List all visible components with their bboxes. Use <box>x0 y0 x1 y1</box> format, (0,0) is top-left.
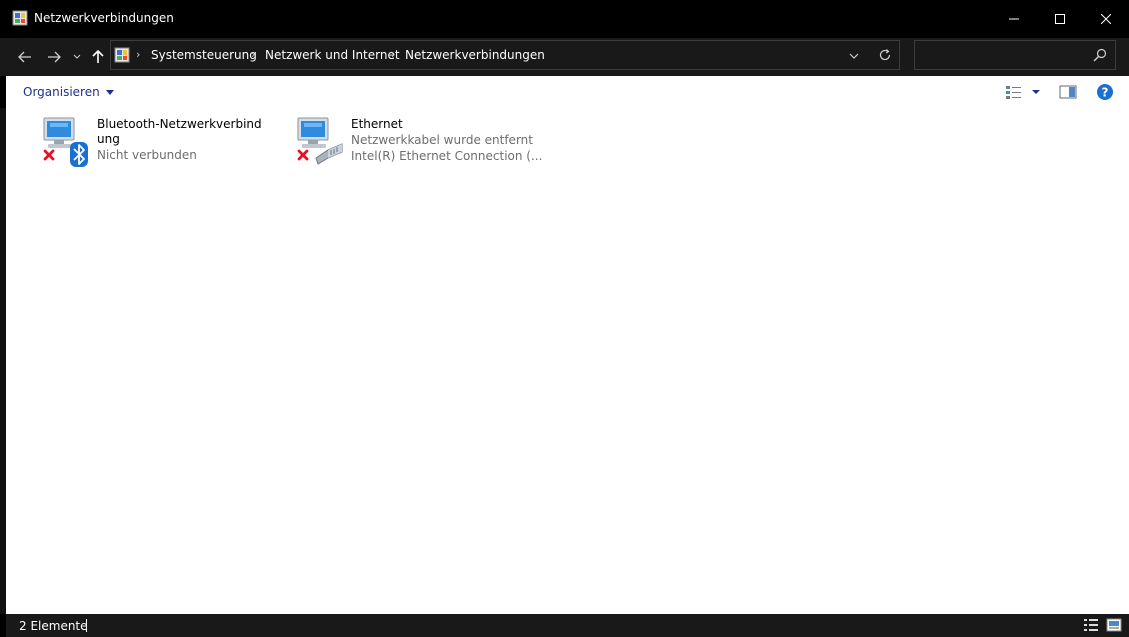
connection-status: Nicht verbunden <box>97 148 197 162</box>
navigation-bar: › Systemsteuerung › Netzwerk und Interne… <box>0 38 1129 76</box>
close-button[interactable] <box>1083 0 1129 38</box>
breadcrumb-separator-icon[interactable]: › <box>251 48 255 61</box>
connection-name: Ethernet <box>351 117 403 131</box>
recent-locations-button[interactable] <box>70 46 84 68</box>
connection-adapter: Intel(R) Ethernet Connection (... <box>351 149 543 163</box>
connection-item-bluetooth[interactable]: Bluetooth-Netzwerkverbindung Nicht verbu… <box>40 114 280 174</box>
status-divider <box>86 619 87 632</box>
title-bar[interactable]: Netzwerkverbindungen <box>0 0 1129 38</box>
breadcrumb-separator-icon[interactable]: › <box>391 48 395 61</box>
organize-label: Organisieren <box>23 85 100 99</box>
control-panel-icon <box>114 47 130 63</box>
up-button[interactable] <box>88 46 108 68</box>
search-input[interactable] <box>914 40 1116 70</box>
control-panel-icon <box>12 10 28 26</box>
connections-list[interactable]: Bluetooth-Netzwerkverbindung Nicht verbu… <box>6 108 1129 614</box>
disconnected-x-icon <box>43 149 55 161</box>
large-icons-view-icon[interactable] <box>1106 618 1122 632</box>
chevron-down-icon[interactable] <box>847 49 861 63</box>
ethernet-network-icon <box>297 117 343 165</box>
close-icon <box>1101 14 1111 24</box>
organize-menu-button[interactable]: Organisieren <box>23 85 114 99</box>
breadcrumb-netzwerkverbindungen[interactable]: Netzwerkverbindungen <box>405 48 545 62</box>
window-title: Netzwerkverbindungen <box>34 11 174 25</box>
disconnected-x-icon <box>297 149 309 161</box>
connection-status: Netzwerkkabel wurde entfernt <box>351 133 533 147</box>
breadcrumb-netzwerk-und-internet[interactable]: Netzwerk und Internet <box>265 48 400 62</box>
dropdown-triangle-icon <box>105 89 114 95</box>
view-options-dropdown-icon[interactable] <box>1030 86 1042 98</box>
address-bar[interactable]: › Systemsteuerung › Netzwerk und Interne… <box>110 40 900 70</box>
refresh-icon[interactable] <box>877 47 893 63</box>
breadcrumb-separator-icon[interactable]: › <box>136 48 140 61</box>
maximize-icon <box>1055 14 1065 24</box>
status-bar: 2 Elemente <box>6 614 1129 637</box>
minimize-icon <box>1009 18 1019 20</box>
search-icon[interactable] <box>1093 48 1107 62</box>
command-bar: Organisieren ? <box>6 76 1129 109</box>
explorer-window: Netzwerkverbindungen › Systemsteuerung ›… <box>0 0 1129 637</box>
forward-button[interactable] <box>43 46 65 68</box>
bluetooth-network-icon <box>43 117 88 167</box>
connection-item-ethernet[interactable]: Ethernet Netzwerkkabel wurde entfernt In… <box>294 114 542 174</box>
back-button[interactable] <box>14 46 36 68</box>
svg-text:?: ? <box>1102 86 1109 100</box>
breadcrumb-systemsteuerung[interactable]: Systemsteuerung <box>151 48 257 62</box>
change-view-icon[interactable] <box>1005 84 1023 100</box>
details-view-icon[interactable] <box>1083 618 1099 632</box>
arrow-up-icon <box>92 50 104 63</box>
maximize-button[interactable] <box>1037 0 1083 38</box>
minimize-button[interactable] <box>991 0 1037 38</box>
help-icon[interactable]: ? <box>1096 83 1114 101</box>
connection-name: Bluetooth-Netzwerkverbindung <box>97 117 262 146</box>
arrow-left-icon <box>18 51 31 63</box>
arrow-right-icon <box>48 51 61 63</box>
preview-pane-icon[interactable] <box>1059 84 1077 100</box>
chevron-down-icon <box>73 54 81 59</box>
item-count: 2 Elemente <box>19 619 88 633</box>
